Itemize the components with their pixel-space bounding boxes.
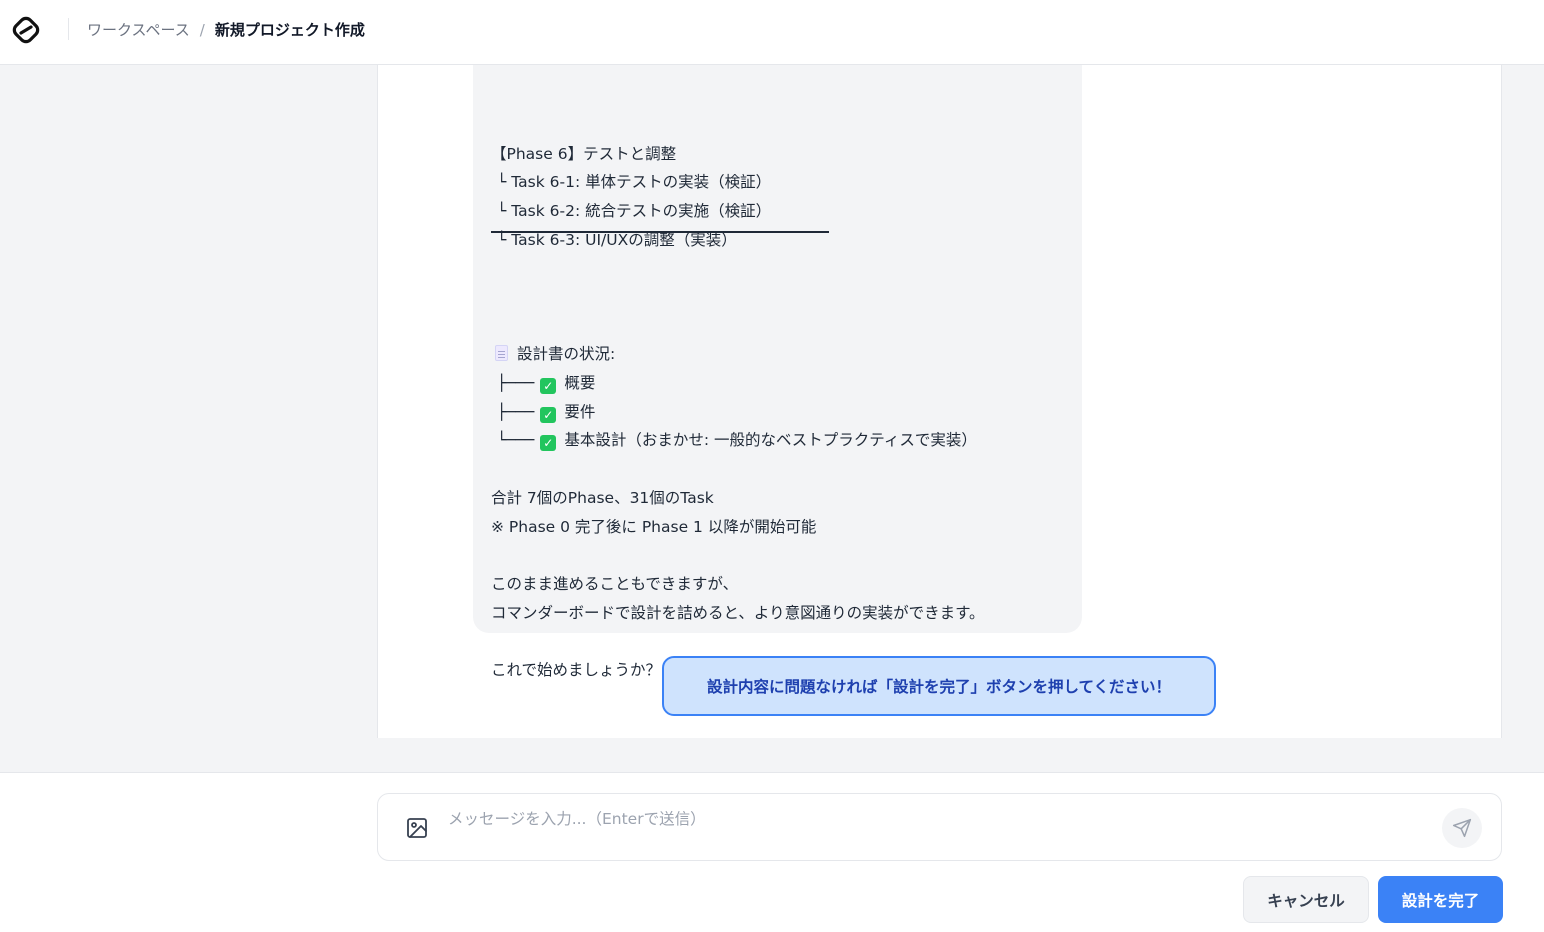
doc-status-line: 設計書の状況:	[491, 342, 615, 366]
message-composer	[377, 793, 1502, 861]
finish-design-button[interactable]: 設計を完了	[1378, 876, 1503, 923]
breadcrumb-current-page: 新規プロジェクト作成	[214, 21, 365, 39]
proceed-text-2: コマンダーボードで設計を詰めると、より意図通りの実装ができます。	[491, 604, 985, 622]
breadcrumb-separator: /	[199, 20, 205, 39]
check-icon: ✓	[540, 435, 557, 451]
doc-status-label: 設計書の状況:	[517, 345, 616, 363]
tree-prefix: ├───	[497, 374, 535, 392]
tree-prefix: ├───	[497, 403, 535, 421]
confirm-question: これで始めましょうか？	[491, 661, 662, 679]
image-upload-icon[interactable]	[405, 816, 429, 840]
doc-item: ├─── ✓ 概要	[497, 371, 595, 395]
doc-item: └─── ✓ 基本設計（おまかせ: 一般的なベストプラクティスで実装）	[497, 428, 977, 452]
assistant-message-bubble: 【Phase 6】テストと調整 └ Task 6-1: 単体テストの実装（検証）…	[473, 65, 1082, 679]
doc-item: ├─── ✓ 要件	[497, 400, 595, 424]
breadcrumb-workspace-link[interactable]: ワークスペース	[87, 19, 190, 40]
task-line: └ Task 6-2: 統合テストの実施（検証）	[497, 202, 772, 220]
phase-note: ※ Phase 0 完了後に Phase 1 以降が開始可能	[491, 518, 817, 536]
cancel-button[interactable]: キャンセル	[1243, 876, 1369, 923]
check-icon: ✓	[540, 407, 557, 423]
header-divider	[68, 18, 69, 40]
doc-item-label: 要件	[564, 403, 596, 421]
check-icon: ✓	[540, 378, 557, 394]
tree-prefix: └───	[497, 431, 535, 449]
app-header: ワークスペース / 新規プロジェクト作成	[0, 0, 1544, 65]
document-icon	[495, 345, 508, 361]
doc-item-label: 基本設計（おまかせ: 一般的なベストプラクティスで実装）	[564, 431, 977, 449]
separator-rule	[491, 231, 829, 233]
send-button[interactable]	[1442, 808, 1482, 848]
composer-footer: キャンセル 設計を完了	[0, 772, 1544, 932]
app-logo-icon[interactable]	[12, 16, 40, 44]
message-input[interactable]	[448, 806, 1428, 832]
breadcrumb: ワークスペース / 新規プロジェクト作成	[87, 19, 365, 40]
design-complete-notice: 設計内容に問題なければ「設計を完了」ボタンを押してください！	[662, 656, 1216, 716]
send-icon	[1452, 818, 1472, 838]
total-summary: 合計 7個のPhase、31個のTask	[491, 489, 714, 507]
phase-6-title: 【Phase 6】テストと調整	[491, 145, 677, 163]
proceed-text-1: このまま進めることもできますが、	[491, 575, 739, 593]
doc-item-label: 概要	[564, 374, 596, 392]
task-line: └ Task 6-1: 単体テストの実装（検証）	[497, 173, 772, 191]
chat-panel[interactable]: 【Phase 6】テストと調整 └ Task 6-1: 単体テストの実装（検証）…	[377, 65, 1502, 738]
